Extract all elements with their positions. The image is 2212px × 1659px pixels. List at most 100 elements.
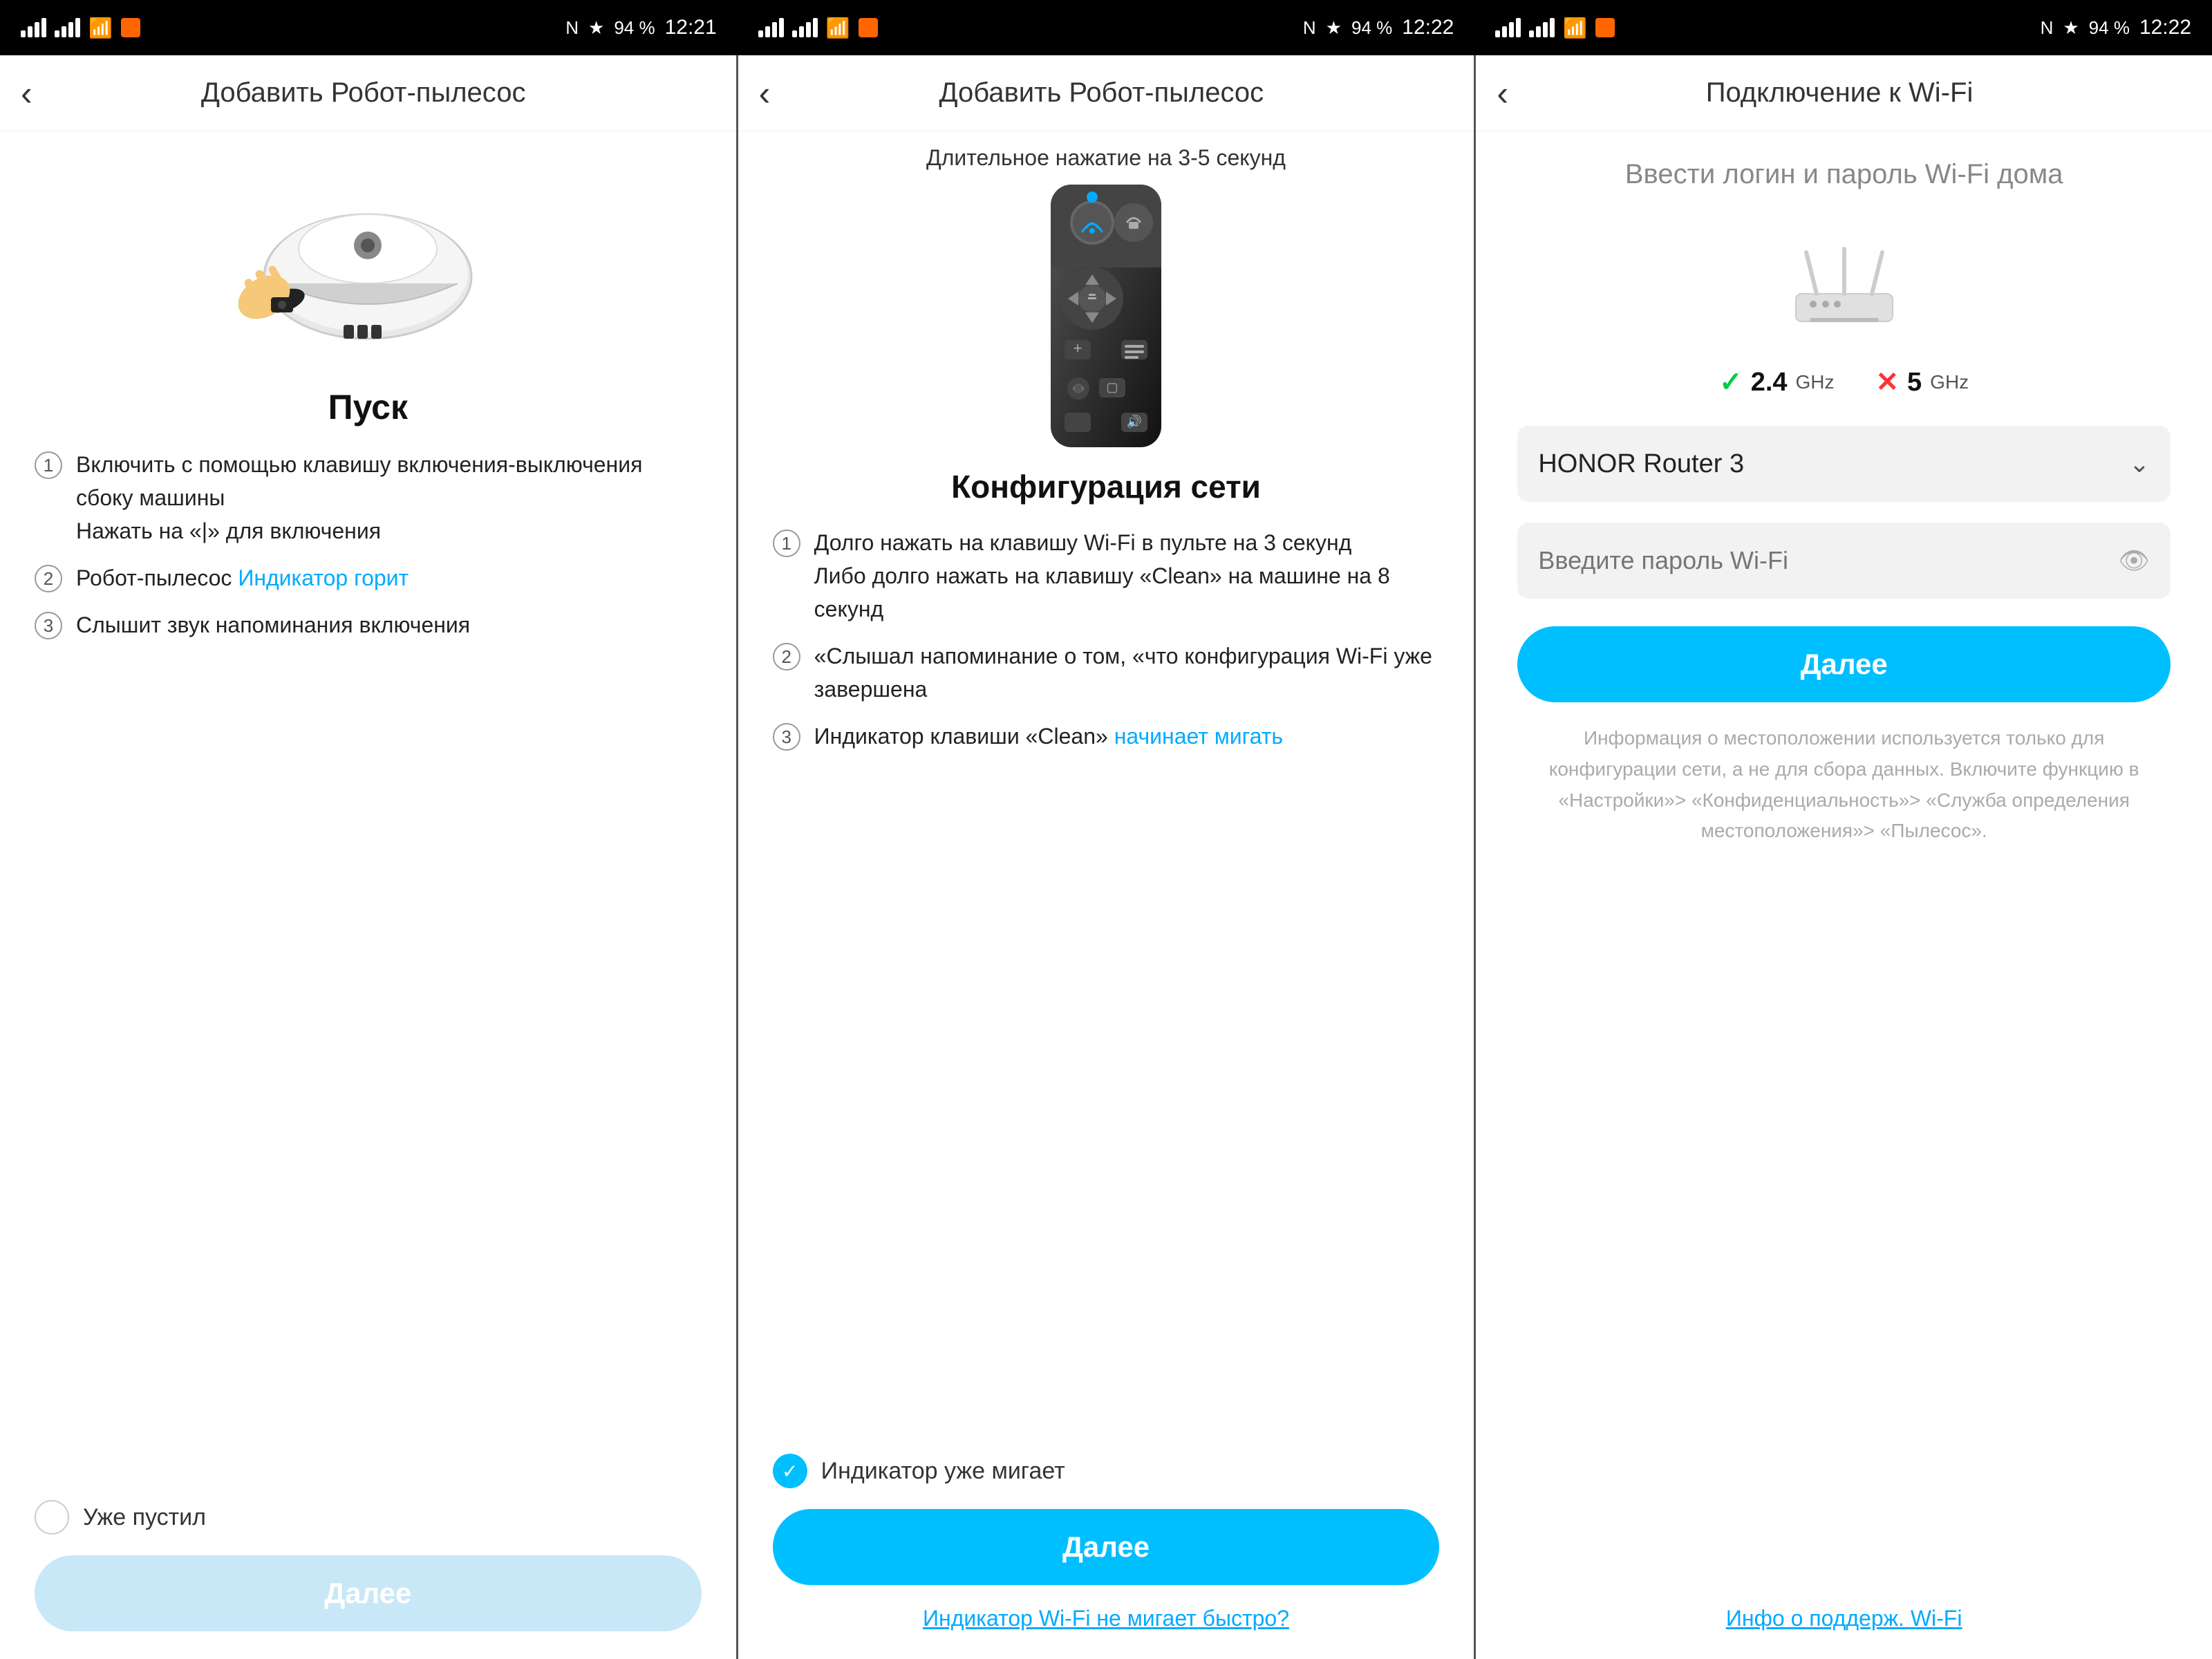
panel2-section-title: Конфигурация сети — [773, 468, 1440, 505]
freq-24-item: ✓ 2.4 GHz — [1719, 366, 1834, 398]
p2-step-text-2: «Слышал напоминание о том, «что конфигур… — [814, 639, 1440, 706]
status-bar: 📶 N ★ 94 % 12:21 📶 — [0, 0, 2212, 55]
indicator-blinking-row: ✓ Индикатор уже мигает — [773, 1454, 1440, 1488]
freq-5-unit: GHz — [1930, 371, 1969, 393]
panel2-bottom: ✓ Индикатор уже мигает Далее Индикатор W… — [738, 1440, 1474, 1659]
status-segment-2: 📶 N ★ 94 % 12:22 — [738, 16, 1475, 39]
signal-icon-4 — [792, 18, 818, 37]
list-item: 2 «Слышал напоминание о том, «что конфиг… — [773, 639, 1440, 706]
p2-step-text-1: Долго нажать на клавишу Wi-Fi в пульте н… — [814, 526, 1440, 626]
password-field-row: 👁 — [1517, 523, 2171, 599]
router-svg — [1768, 232, 1920, 342]
list-item: 2 Робот-пылесос Индикатор горит — [35, 561, 702, 594]
freq-24-value: 2.4 — [1751, 368, 1788, 397]
signal-icon-6 — [1529, 18, 1555, 37]
time-1: 12:21 — [665, 16, 717, 39]
step-num-2: 2 — [35, 565, 62, 592]
remote-svg: + ▢ 🔊 — [1030, 185, 1182, 447]
bt-icon-3: ★ — [2063, 17, 2079, 39]
panel3-title: Подключение к Wi-Fi — [1522, 77, 2191, 109]
panel2-step-list: 1 Долго нажать на клавишу Wi-Fi в пульте… — [773, 526, 1440, 767]
battery-3: 94 % — [2089, 17, 2130, 39]
indicator-check-icon: ✓ — [773, 1454, 807, 1488]
nfc-label-1: N — [565, 17, 579, 39]
step2-link: Индикатор горит — [238, 565, 409, 590]
panel-3: ‹ Подключение к Wi-Fi Ввести логин и пар… — [1476, 55, 2212, 1659]
robot-vacuum-svg — [236, 166, 499, 353]
battery-1: 94 % — [614, 17, 655, 39]
p2-step-text-3: Индикатор клавиши «Clean» начинает мигат… — [814, 720, 1440, 753]
location-note: Информация о местоположении используется… — [1517, 723, 2171, 847]
freq-5-item: ✕ 5GHz — [1876, 366, 1969, 398]
freq-row: ✓ 2.4GHz ✕ 5GHz — [1719, 366, 1969, 398]
list-item: 3 Индикатор клавиши «Clean» начинает миг… — [773, 720, 1440, 753]
panel2-back-button[interactable]: ‹ — [759, 73, 771, 113]
wifi-icon-3: 📶 — [1563, 17, 1587, 39]
router-name-value: HONOR Router 3 — [1538, 449, 2129, 479]
list-item: 1 Долго нажать на клавишу Wi-Fi в пульте… — [773, 526, 1440, 626]
step-num-1: 1 — [35, 451, 62, 479]
wifi-password-input[interactable] — [1538, 546, 2118, 575]
panel1-content: Пуск 1 Включить с помощью клавишу включе… — [0, 131, 736, 1486]
battery-2: 94 % — [1351, 17, 1392, 39]
panel2-title: Добавить Робот-пылесос — [784, 77, 1453, 109]
already-launched-label: Уже пустил — [83, 1504, 206, 1531]
step-text-1: Включить с помощью клавишу включения-вык… — [76, 448, 702, 547]
orange-badge-1 — [121, 18, 140, 37]
router-image — [1768, 232, 1920, 346]
step-text-3: Слышит звук напоминания включения — [76, 608, 702, 641]
time-3: 12:22 — [2139, 16, 2191, 39]
panel3-next-button[interactable]: Далее — [1517, 626, 2171, 702]
freq-24-check-icon: ✓ — [1719, 366, 1743, 398]
panel1-bottom: Уже пустил Далее — [0, 1486, 736, 1659]
indicator-blinking-label: Индикатор уже мигает — [821, 1458, 1065, 1485]
status-segment-3: 📶 N ★ 94 % 12:22 — [1474, 16, 2212, 39]
panel1-back-button[interactable]: ‹ — [21, 73, 32, 113]
panel3-header: ‹ Подключение к Wi-Fi — [1476, 55, 2212, 131]
wifi-not-blinking-link[interactable]: Индикатор Wi-Fi не мигает быстро? — [773, 1606, 1440, 1631]
list-item: 1 Включить с помощью клавишу включения-в… — [35, 448, 702, 547]
already-launched-checkbox[interactable] — [35, 1500, 69, 1535]
panel3-back-button[interactable]: ‹ — [1497, 73, 1508, 113]
svg-text:🔊: 🔊 — [1127, 414, 1142, 429]
dropdown-chevron-icon: ⌄ — [2129, 449, 2150, 478]
orange-badge-3 — [1595, 18, 1615, 37]
long-press-hint: Длительное нажатие на 3-5 секунд — [773, 131, 1440, 171]
nfc-label-3: N — [2041, 17, 2054, 39]
robot-vacuum-image — [236, 166, 499, 359]
freq-24-unit: GHz — [1796, 371, 1835, 393]
router-name-dropdown[interactable]: HONOR Router 3 ⌄ — [1517, 426, 2171, 502]
status-left-3: 📶 — [1495, 17, 1615, 39]
signal-icon-5 — [1495, 18, 1521, 37]
panel2-next-button[interactable]: Далее — [773, 1509, 1440, 1585]
panel1-step-list: 1 Включить с помощью клавишу включения-в… — [35, 448, 702, 655]
p2-step-num-1: 1 — [773, 529, 800, 557]
signal-icon-1 — [21, 18, 46, 37]
nfc-label-2: N — [1303, 17, 1316, 39]
list-item: 3 Слышит звук напоминания включения — [35, 608, 702, 641]
bt-icon-2: ★ — [1326, 17, 1342, 39]
already-launched-row: Уже пустил — [35, 1500, 702, 1535]
status-left-1: 📶 — [21, 17, 140, 39]
time-2: 12:22 — [1402, 16, 1454, 39]
p2-step-num-3: 3 — [773, 723, 800, 751]
panel1-next-button[interactable]: Далее — [35, 1555, 702, 1631]
panel-2: ‹ Добавить Робот-пылесос Длительное нажа… — [738, 55, 1474, 1659]
svg-text:+: + — [1074, 339, 1082, 357]
p2-step-num-2: 2 — [773, 643, 800, 671]
freq-5-value: 5 — [1907, 368, 1922, 397]
wifi-icon-1: 📶 — [88, 17, 113, 39]
panel2-header: ‹ Добавить Робот-пылесос — [738, 55, 1474, 131]
p2-step3-link: начинает мигать — [1114, 724, 1283, 749]
wifi-support-link[interactable]: Инфо о поддерж. Wi-Fi — [1726, 1606, 1962, 1631]
bt-icon-1: ★ — [588, 17, 604, 39]
status-left-2: 📶 — [758, 17, 878, 39]
signal-icon-3 — [758, 18, 784, 37]
signal-icon-2 — [55, 18, 80, 37]
eye-icon[interactable]: 👁 — [2118, 546, 2150, 575]
step-text-2: Робот-пылесос Индикатор горит — [76, 561, 702, 594]
status-segment-1: 📶 N ★ 94 % 12:21 — [0, 16, 738, 39]
panel-1: ‹ Добавить Робот-пылесос — [0, 55, 736, 1659]
wifi-icon-2: 📶 — [826, 17, 850, 39]
status-right-1: N ★ 94 % 12:21 — [565, 16, 716, 39]
